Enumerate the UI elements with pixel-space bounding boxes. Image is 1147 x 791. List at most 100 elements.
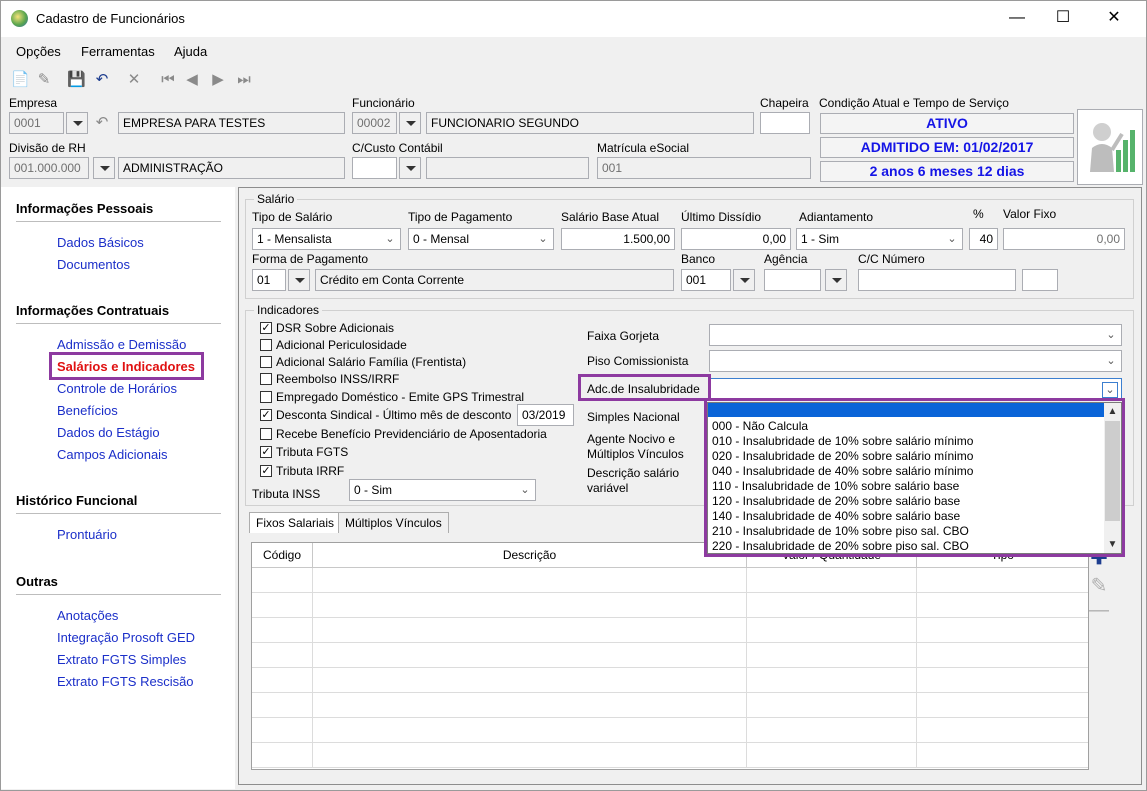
cell-divider xyxy=(916,743,917,768)
sidebar-item-prontuario[interactable]: Prontuário xyxy=(57,527,117,542)
remove-row-icon[interactable]: — xyxy=(1088,600,1110,620)
cell-divider xyxy=(746,618,747,643)
sidebar-item-anotacoes[interactable]: Anotações xyxy=(57,608,118,623)
menu-ajuda[interactable]: Ajuda xyxy=(174,44,207,59)
column-header-descricao[interactable]: Descrição xyxy=(313,543,747,568)
agencia-field[interactable] xyxy=(764,269,821,291)
checkbox-tributa-irrf[interactable]: ✓ xyxy=(260,465,272,477)
table-row[interactable] xyxy=(252,618,1088,643)
table-row[interactable] xyxy=(252,568,1088,593)
table-row[interactable] xyxy=(252,643,1088,668)
tipo-salario-select[interactable]: 1 - Mensalista ⌄ xyxy=(252,228,401,250)
next-icon[interactable]: ▶ xyxy=(209,71,227,89)
valor-fixo-field[interactable]: 0,00 xyxy=(1003,228,1125,250)
ccusto-code-field[interactable] xyxy=(352,157,397,179)
divider xyxy=(16,513,221,514)
sidebar-item-dados-basicos[interactable]: Dados Básicos xyxy=(57,235,144,250)
menu-ferramentas[interactable]: Ferramentas xyxy=(81,44,155,59)
funcionario-dropdown-button[interactable] xyxy=(399,112,421,134)
undo-empresa-icon[interactable]: ↶ xyxy=(93,114,111,132)
sidebar-item-documentos[interactable]: Documentos xyxy=(57,257,130,272)
chapeira-field[interactable] xyxy=(760,112,810,134)
close-icon[interactable]: ✕ xyxy=(1091,1,1137,35)
sidebar-item-dados-estagio[interactable]: Dados do Estágio xyxy=(57,425,160,440)
sidebar-item-integracao-ged[interactable]: Integração Prosoft GED xyxy=(57,630,195,645)
previous-icon[interactable]: ◀ xyxy=(183,71,201,89)
checkbox-beneficio-aposentadoria[interactable] xyxy=(260,428,272,440)
divisao-name-field: ADMINISTRAÇÃO xyxy=(118,157,345,179)
percent-field[interactable]: 40 xyxy=(969,228,998,250)
checkbox-dsr-adicionais[interactable]: ✓ xyxy=(260,322,272,334)
divider xyxy=(16,221,221,222)
edit-row-icon[interactable]: ✎ xyxy=(1088,576,1110,596)
checkbox-salario-familia[interactable] xyxy=(260,356,272,368)
checkbox-reembolso-inss[interactable] xyxy=(260,373,272,385)
last-icon[interactable]: ⏭ xyxy=(235,71,253,89)
tributa-inss-select[interactable]: 0 - Sim ⌄ xyxy=(349,479,536,501)
chapeira-label: Chapeira xyxy=(760,96,809,110)
adiantamento-select[interactable]: 1 - Sim ⌄ xyxy=(796,228,963,250)
employee-avatar[interactable] xyxy=(1077,109,1143,185)
table-row[interactable] xyxy=(252,593,1088,618)
banco-dropdown-button[interactable] xyxy=(733,269,755,291)
empresa-code-field[interactable]: 0001 xyxy=(9,112,64,134)
new-icon[interactable]: 📄 xyxy=(11,71,30,89)
checkbox-empregado-domestico[interactable] xyxy=(260,391,272,403)
table-row[interactable] xyxy=(252,668,1088,693)
undo-icon[interactable]: ↶ xyxy=(93,71,111,89)
table-row[interactable] xyxy=(252,693,1088,718)
checkbox-label: Tributa FGTS xyxy=(276,445,349,459)
section-outras: Outras xyxy=(16,574,58,589)
ultimo-dissidio-field[interactable]: 0,00 xyxy=(681,228,791,250)
salario-base-field[interactable]: 1.500,00 xyxy=(561,228,675,250)
title-bar: Cadastro de Funcionários — ☐ ✕ xyxy=(1,1,1146,37)
cc-numero-label: C/C Número xyxy=(858,252,925,266)
tipo-pagamento-value: 0 - Mensal xyxy=(413,232,470,246)
divisao-code-field[interactable]: 001.000.000 xyxy=(9,157,89,179)
window-title: Cadastro de Funcionários xyxy=(36,11,185,26)
funcionario-code-field[interactable]: 00002 xyxy=(352,112,397,134)
cc-digito-field[interactable] xyxy=(1022,269,1058,291)
checkbox-tributa-fgts[interactable]: ✓ xyxy=(260,446,272,458)
tipo-pagamento-select[interactable]: 0 - Mensal ⌄ xyxy=(408,228,554,250)
sidebar-item-beneficios[interactable]: Benefícios xyxy=(57,403,118,418)
condicao-label: Condição Atual e Tempo de Serviço xyxy=(819,96,1009,110)
chevron-down-icon: ⌄ xyxy=(385,233,395,245)
first-icon[interactable]: ⏮ xyxy=(159,71,177,89)
forma-pagamento-code-field[interactable]: 01 xyxy=(252,269,286,291)
ultimo-mes-desconto-field[interactable]: 03/2019 xyxy=(517,404,574,426)
divisao-dropdown-button[interactable] xyxy=(93,157,115,179)
edit-icon[interactable]: ✎ xyxy=(35,71,53,89)
empresa-name-field: EMPRESA PARA TESTES xyxy=(118,112,345,134)
tipo-salario-value: 1 - Mensalista xyxy=(257,232,332,246)
piso-comissionista-select[interactable]: ⌄ xyxy=(709,350,1122,372)
faixa-gorjeta-select[interactable]: ⌄ xyxy=(709,324,1122,346)
checkbox-desconta-sindical[interactable]: ✓ xyxy=(260,409,272,421)
table-row[interactable] xyxy=(252,718,1088,743)
delete-icon[interactable]: ✕ xyxy=(125,71,143,89)
ccusto-dropdown-button[interactable] xyxy=(399,157,421,179)
forma-pagamento-dropdown-button[interactable] xyxy=(288,269,310,291)
cc-numero-field[interactable] xyxy=(858,269,1016,291)
save-icon[interactable]: 💾 xyxy=(67,71,86,89)
menu-opcoes[interactable]: Opções xyxy=(16,44,61,59)
tab-fixos-salariais[interactable]: Fixos Salariais xyxy=(249,512,342,533)
sidebar-item-extrato-fgts-rescisao[interactable]: Extrato FGTS Rescisão xyxy=(57,674,194,689)
agencia-dropdown-button[interactable] xyxy=(825,269,847,291)
maximize-icon[interactable]: ☐ xyxy=(1040,1,1086,35)
empresa-dropdown-button[interactable] xyxy=(66,112,88,134)
sidebar-item-admissao-demissao[interactable]: Admissão e Demissão xyxy=(57,337,186,352)
matricula-field[interactable]: 001 xyxy=(597,157,811,179)
sidebar-item-controle-horarios[interactable]: Controle de Horários xyxy=(57,381,177,396)
sidebar-item-extrato-fgts-simples[interactable]: Extrato FGTS Simples xyxy=(57,652,186,667)
status-badge: ATIVO xyxy=(820,113,1074,134)
table-row[interactable] xyxy=(252,743,1088,768)
sidebar-item-campos-adicionais[interactable]: Campos Adicionais xyxy=(57,447,168,462)
checkbox-periculosidade[interactable] xyxy=(260,339,272,351)
minimize-icon[interactable]: — xyxy=(994,1,1040,35)
banco-field[interactable]: 001 xyxy=(681,269,731,291)
adc-insalubridade-select[interactable]: ⌄ xyxy=(709,378,1122,400)
column-header-codigo[interactable]: Código xyxy=(252,543,313,568)
cell-divider xyxy=(916,593,917,618)
tab-multiplos-vinculos[interactable]: Múltiplos Vínculos xyxy=(338,512,449,533)
